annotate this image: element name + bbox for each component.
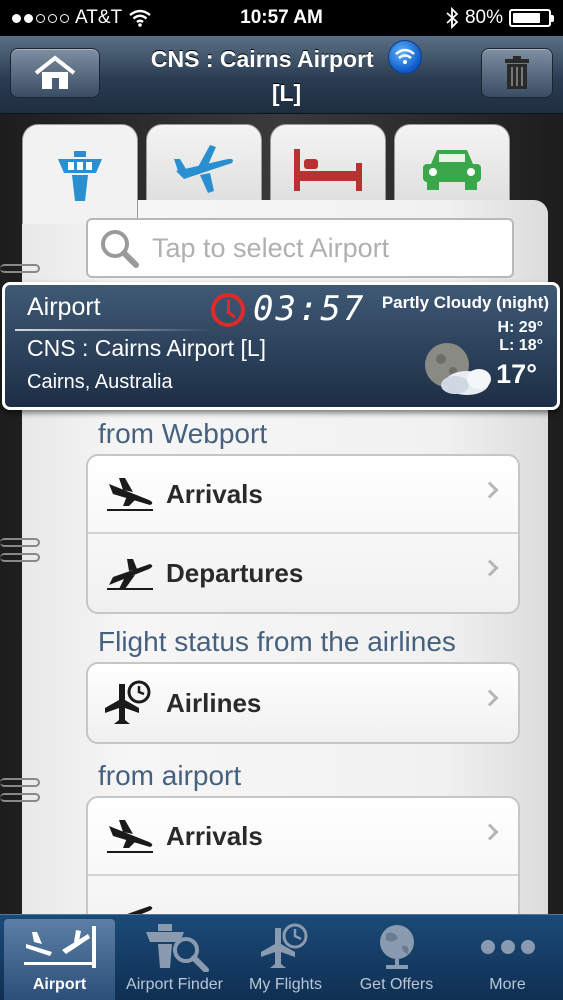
webport-arrivals-row[interactable]: Arrivals [88, 456, 518, 534]
airport-search-field[interactable]: Tap to select Airport [86, 218, 514, 278]
car-icon [423, 150, 481, 190]
more-icon [480, 922, 536, 972]
section-title-webport: from Webport [98, 418, 268, 449]
current-temperature: 17° [496, 359, 537, 389]
binder-rings [0, 538, 40, 568]
battery-icon [509, 9, 554, 27]
home-button[interactable] [10, 48, 100, 98]
airport-departures-row[interactable] [88, 876, 518, 914]
status-left: AT&T [12, 7, 152, 29]
page-title-line1: CNS : Cairns Airport [150, 46, 374, 73]
card-heading: Airport [27, 293, 101, 321]
tabbar-label: Airport Finder [126, 976, 223, 993]
airport-info-card[interactable]: Airport 03:57 CNS : Cairns Airport [L] C… [2, 282, 560, 410]
tabbar-airport[interactable]: Airport [4, 919, 115, 1000]
connection-status-icon [388, 40, 423, 74]
tabbar-label: More [489, 976, 526, 993]
departure-plane-icon [104, 553, 156, 593]
globe-icon [372, 922, 422, 972]
tabbar-label: Get Offers [359, 976, 434, 993]
row-label: Departures [166, 557, 304, 588]
page-title: CNS : Cairns Airport [L] [110, 40, 463, 108]
carrier-name: AT&T [75, 7, 123, 28]
arrival-plane-icon [104, 816, 156, 856]
airport-city: Cairns, Australia [27, 371, 173, 393]
bed-icon [294, 149, 362, 191]
arrival-plane-icon [104, 474, 156, 514]
airlines-group: Airlines [86, 662, 520, 744]
bottom-tab-bar: Airport Airport Finder My Flights Get Of… [0, 914, 563, 1000]
clock-icon [211, 293, 245, 327]
tabbar-airport-finder[interactable]: Airport Finder [119, 915, 230, 1000]
binder-rings [0, 264, 40, 279]
local-time: 03:57 [253, 289, 366, 329]
tabbar-get-offers[interactable]: Get Offers [341, 915, 452, 1000]
binder-rings [0, 778, 40, 808]
trash-icon [505, 56, 529, 89]
row-label: Arrivals [166, 478, 263, 509]
search-placeholder: Tap to select Airport [152, 232, 390, 263]
row-label: Arrivals [166, 820, 263, 851]
chevron-right-icon [481, 481, 499, 499]
status-right: 80% [445, 7, 554, 29]
airport-finder-icon [140, 922, 210, 972]
weather-condition: Partly Cloudy (night) [381, 293, 549, 312]
airport-group: Arrivals [86, 796, 520, 914]
temperature-high: H: 29° [497, 319, 543, 336]
airport-name: CNS : Cairns Airport [L] [27, 335, 267, 361]
airport-arrivals-row[interactable]: Arrivals [88, 798, 518, 876]
temperature-low: L: 18° [499, 337, 543, 354]
tabbar-label: Airport [32, 976, 87, 993]
chevron-right-icon [481, 823, 499, 841]
control-tower-icon [58, 150, 102, 201]
search-icon [101, 230, 139, 268]
airlines-row[interactable]: Airlines [88, 664, 518, 742]
tabbar-label: My Flights [249, 976, 322, 993]
chevron-right-icon [481, 689, 499, 707]
trash-button[interactable] [481, 48, 553, 98]
page-title-line2: [L] [271, 80, 302, 106]
battery-level [513, 13, 541, 23]
signal-strength-icon [12, 13, 69, 23]
partly-cloudy-night-icon [425, 343, 491, 395]
section-title-airport: from airport [98, 760, 242, 791]
chevron-right-icon [481, 559, 499, 577]
row-label: Airlines [166, 687, 262, 718]
flight-clock-icon [104, 680, 156, 724]
departure-plane-icon [104, 895, 156, 914]
bluetooth-icon [446, 7, 459, 29]
tabbar-more[interactable]: More [452, 915, 563, 1000]
status-bar: AT&T 10:57 AM 80% [0, 0, 563, 36]
airplane-icon [174, 145, 233, 193]
home-icon [34, 55, 76, 89]
navigation-bar: CNS : Cairns Airport [L] [0, 36, 563, 114]
battery-percent: 80% [464, 7, 503, 28]
section-title-airlines: Flight status from the airlines [98, 626, 456, 657]
tab-airport-info[interactable] [22, 124, 138, 224]
airport-tab-icon [22, 922, 98, 972]
tabbar-my-flights[interactable]: My Flights [230, 915, 341, 1000]
my-flights-icon [260, 922, 311, 972]
card-divider [15, 329, 215, 331]
webport-group: Arrivals Departures [86, 454, 520, 614]
wifi-icon [129, 9, 151, 27]
webport-departures-row[interactable]: Departures [88, 534, 518, 612]
main-content: Tap to select Airport Airport 03:57 CNS … [0, 114, 563, 914]
